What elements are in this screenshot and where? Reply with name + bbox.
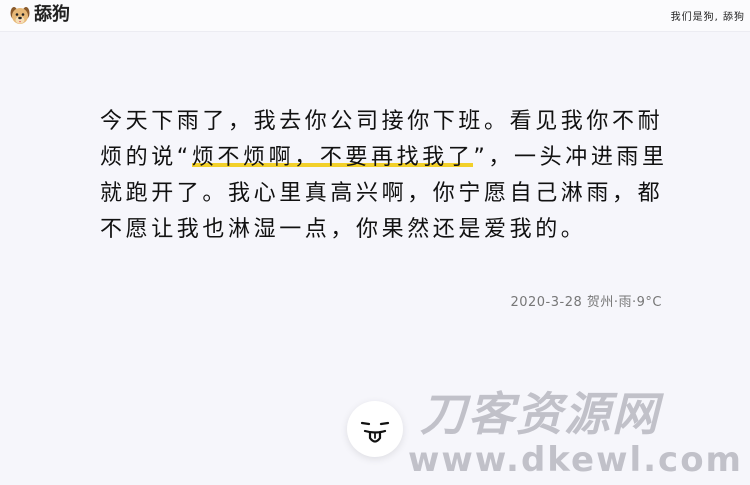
watermark-title: 刀客资源网 <box>420 387 660 441</box>
logo-text: 舔狗 <box>34 4 70 25</box>
site-logo[interactable]: 舔狗 <box>9 3 70 27</box>
post-highlight: 烦不烦啊，不要再找我了 <box>191 145 474 170</box>
post-meta: 2020-3-28 贺州·雨·9°C <box>510 295 662 310</box>
slogan-link[interactable]: 我们是狗, 舔狗 <box>671 8 745 23</box>
watermark-url: www.dkewl.com <box>408 440 743 480</box>
page: 舔狗 我们是狗, 舔狗 今天下雨了，我去你公司接你下班。看见我你不耐烦的说“烦不… <box>0 0 750 485</box>
header: 舔狗 我们是狗, 舔狗 <box>0 0 750 32</box>
post-text: 今天下雨了，我去你公司接你下班。看见我你不耐烦的说“烦不烦啊，不要再找我了”，一… <box>100 104 668 248</box>
dog-icon <box>10 7 30 24</box>
lick-button[interactable] <box>347 401 403 457</box>
tongue-face-icon <box>360 421 390 443</box>
